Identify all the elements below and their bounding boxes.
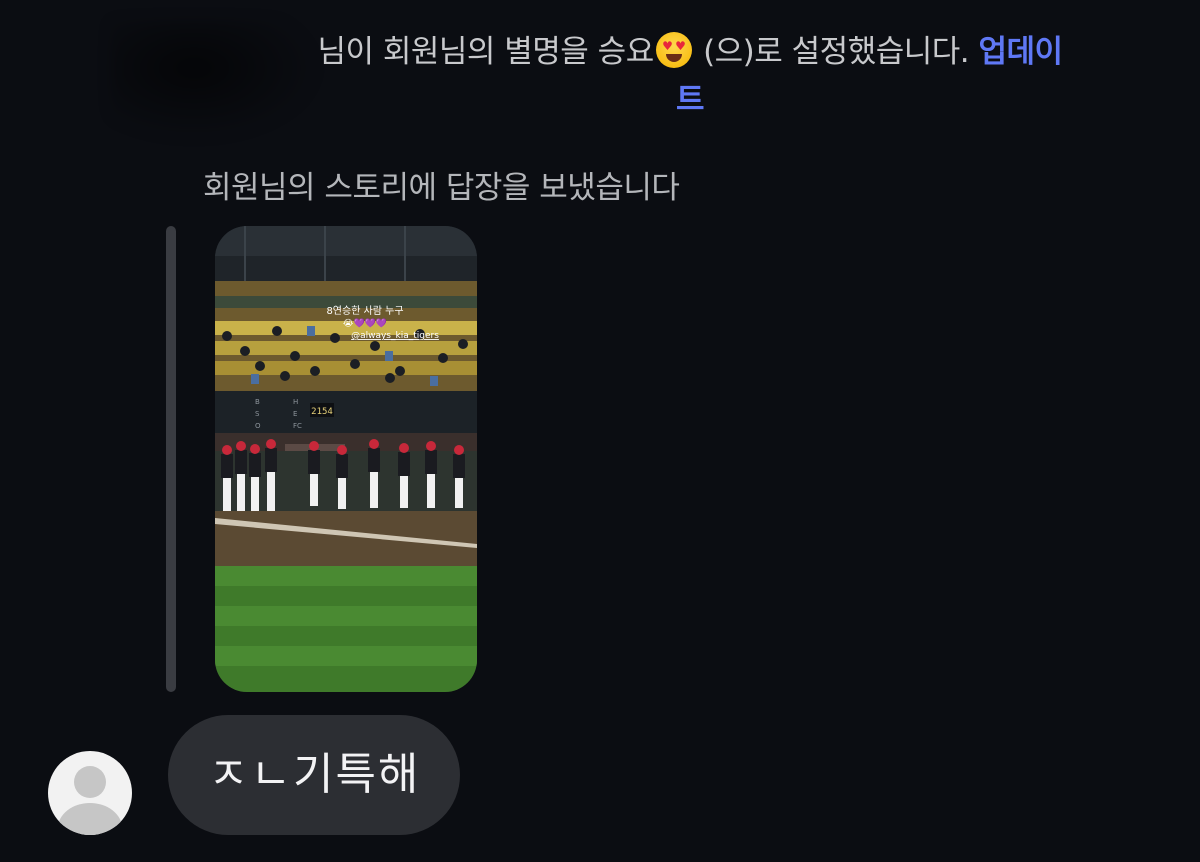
blurred-sender-name [110, 20, 320, 140]
nickname-change-notice: 님이 회원님의 별명을 승요 ♥ ♥ (으)로 설정했습니다. 업데이트 [310, 28, 1070, 124]
story-caption-line2: 😭💜💜💜 [343, 318, 388, 329]
avatar-head-shape [74, 766, 106, 798]
smiling-face-with-heart-eyes-icon: ♥ ♥ [655, 32, 692, 68]
chat-screen: 님이 회원님의 별명을 승요 ♥ ♥ (으)로 설정했습니다. 업데이트 회원님의 … [0, 0, 1200, 862]
reply-indicator-bar [166, 226, 176, 692]
scoreboard-number: 2154 [311, 407, 333, 417]
scoreboard-letter: E [293, 410, 297, 418]
story-reply-label: 회원님의 스토리에 답장을 보냈습니다 [203, 170, 680, 206]
scoreboard-letter: O [255, 422, 261, 430]
baseball-field-photo: 8연승한 사람 누구 😭💜💜💜 @always_kia_tigers 2154 … [215, 226, 477, 692]
scoreboard-letter: FC [293, 422, 302, 430]
scoreboard-letter: H [293, 398, 298, 406]
notice-text-after: (으)로 설정했습니다. [693, 34, 979, 70]
story-thumbnail[interactable]: 8연승한 사람 누구 😭💜💜💜 @always_kia_tigers 2154 … [215, 226, 477, 692]
notice-text-before: 님이 회원님의 별명을 승요 [317, 34, 654, 70]
default-user-avatar-icon[interactable] [48, 751, 132, 835]
scoreboard-letter: S [255, 410, 260, 418]
story-mention: @always_kia_tigers [351, 331, 439, 341]
story-caption-line1: 8연승한 사람 누구 [326, 304, 403, 317]
scoreboard-letter: B [255, 398, 260, 406]
avatar-body-shape [58, 803, 122, 835]
message-bubble[interactable]: ㅈㄴ기특해 [168, 715, 461, 835]
